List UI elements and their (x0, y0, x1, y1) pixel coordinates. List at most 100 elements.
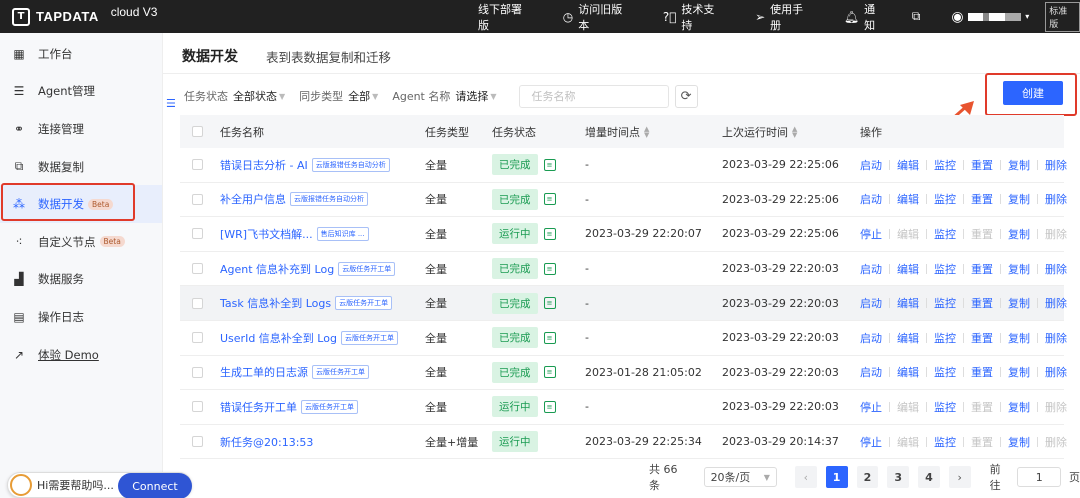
sidebar-item-connections[interactable]: ⚭ 连接管理 (0, 110, 162, 148)
row-checkbox[interactable] (192, 436, 203, 448)
task-name-link[interactable]: UserId 信息补全到 Log (220, 330, 337, 346)
task-name-link[interactable]: Task 信息补全到 Logs (220, 295, 331, 311)
copy-button[interactable]: 复制 (1008, 399, 1030, 415)
log-icon[interactable]: ≡ (543, 227, 556, 240)
delete-button[interactable]: 删除 (1045, 157, 1067, 173)
delete-button[interactable]: 删除 (1045, 261, 1067, 277)
table-row[interactable]: Agent 信息补充到 Log 云版任务开工单 全量 已完成 ≡ - 2023-03-29 … (180, 252, 1067, 287)
table-row[interactable]: UserId 信息补全到 Log 云版任务开工单 全量 已完成 ≡ - 2023-03-29… (180, 321, 1067, 356)
start-stop-button[interactable]: 停止 (860, 434, 882, 450)
monitor-button[interactable]: 监控 (934, 399, 956, 415)
refresh-button[interactable]: ⟳ (674, 84, 698, 108)
log-icon[interactable]: ≡ (543, 158, 556, 171)
task-name-link[interactable]: Agent 信息补充到 Log (220, 261, 334, 277)
monitor-button[interactable]: 监控 (934, 226, 956, 242)
status-filter-select[interactable]: 全部状态 (233, 88, 277, 104)
start-stop-button[interactable]: 启动 (860, 364, 882, 380)
monitor-button[interactable]: 监控 (934, 157, 956, 173)
copy-button[interactable]: 复制 (1008, 226, 1030, 242)
task-name-link[interactable]: 新任务@20:13:53 (220, 434, 313, 450)
old-version-link[interactable]: ◷ 访问旧版本 (563, 1, 633, 33)
logo[interactable]: T TAPDATA cloud V3 (0, 5, 157, 26)
page-2[interactable]: 2 (856, 466, 879, 488)
edit-button[interactable]: 编辑 (897, 261, 919, 277)
start-stop-button[interactable]: 启动 (860, 330, 882, 346)
monitor-button[interactable]: 监控 (934, 261, 956, 277)
reset-button[interactable]: 重置 (971, 261, 993, 277)
table-row[interactable]: 补全用户信息 云版报错任务自动分析 全量 已完成 ≡ - 2023-03-29 22:25:… (180, 183, 1067, 218)
row-checkbox[interactable] (192, 332, 203, 344)
log-icon[interactable]: ≡ (543, 331, 556, 344)
row-checkbox[interactable] (192, 193, 203, 205)
monitor-button[interactable]: 监控 (934, 434, 956, 450)
log-icon[interactable]: ≡ (543, 193, 556, 206)
sidebar-item-data-service[interactable]: ▟ 数据服务 (0, 261, 162, 299)
sidebar-item-demo[interactable]: ↗ 体验 Demo (0, 336, 162, 374)
reset-button[interactable]: 重置 (971, 191, 993, 207)
reset-button[interactable]: 重置 (971, 330, 993, 346)
user-menu[interactable]: ◉ ▾ 标准版 (951, 1, 1080, 32)
copy-button[interactable]: 复制 (1008, 261, 1030, 277)
edit-button[interactable]: 编辑 (897, 191, 919, 207)
page-3[interactable]: 3 (887, 466, 910, 488)
start-stop-button[interactable]: 启动 (860, 157, 882, 173)
page-size-select[interactable]: 20条/页 ▼ (703, 467, 777, 487)
start-stop-button[interactable]: 启动 (860, 191, 882, 207)
sidebar-item-workbench[interactable]: ▦ 工作台 (0, 35, 162, 73)
table-row[interactable]: Task 信息补全到 Logs 云版任务开工单 全量 已完成 ≡ - 2023-03-29 … (180, 286, 1067, 321)
row-checkbox[interactable] (192, 228, 203, 240)
table-row[interactable]: 新任务@20:13:53 全量+增量 运行中 2023-03-29 22:25:34 2… (180, 425, 1067, 460)
start-stop-button[interactable]: 停止 (860, 226, 882, 242)
copy-button[interactable]: 复制 (1008, 295, 1030, 311)
row-checkbox[interactable] (192, 401, 203, 413)
page-4[interactable]: 4 (918, 466, 940, 488)
monitor-button[interactable]: 监控 (934, 295, 956, 311)
next-page-button[interactable]: › (948, 466, 971, 488)
reset-button[interactable]: 重置 (971, 157, 993, 173)
task-name-link[interactable]: 错误任务开工单 (220, 399, 297, 415)
table-row[interactable]: [WR]飞书文档解... 售后知识库 ... 全量 运行中 ≡ 2023-03-29 22… (180, 217, 1067, 252)
copy-button[interactable]: 复制 (1008, 434, 1030, 450)
log-icon[interactable]: ≡ (543, 262, 556, 275)
offline-deploy-link[interactable]: 线下部署版 (478, 1, 533, 33)
table-row[interactable]: 生成工单的日志源 云版任务开工单 全量 已完成 ≡ 2023-01-28 21:05:02… (180, 356, 1067, 391)
copy-button[interactable]: 复制 (1008, 157, 1030, 173)
task-name-link[interactable]: 错误日志分析 - AI (220, 157, 308, 173)
sync-filter-select[interactable]: 全部 (348, 88, 370, 104)
prev-page-button[interactable]: ‹ (794, 466, 817, 488)
edit-button[interactable]: 编辑 (897, 330, 919, 346)
screen-icon-button[interactable]: ⧉ (912, 9, 926, 24)
support-link[interactable]: ?⃞ 技术支持 (663, 1, 725, 33)
col-increment[interactable]: 增量时间点 ▲ ▼ (585, 124, 649, 140)
manual-link[interactable]: ➢ 使用手册 (755, 1, 814, 33)
delete-button[interactable]: 删除 (1045, 191, 1067, 207)
edit-button[interactable]: 编辑 (897, 295, 919, 311)
agent-filter-select[interactable]: 请选择 (455, 88, 488, 104)
delete-button[interactable]: 删除 (1045, 330, 1067, 346)
select-all-checkbox[interactable] (192, 126, 203, 137)
sidebar-item-agent[interactable]: ☰ Agent管理 (0, 73, 162, 111)
monitor-button[interactable]: 监控 (934, 330, 956, 346)
row-checkbox[interactable] (192, 159, 203, 171)
copy-button[interactable]: 复制 (1008, 330, 1030, 346)
copy-button[interactable]: 复制 (1008, 364, 1030, 380)
goto-page-input[interactable]: 1 (1017, 467, 1061, 487)
delete-button[interactable]: 删除 (1045, 364, 1067, 380)
monitor-button[interactable]: 监控 (934, 191, 956, 207)
log-icon[interactable]: ≡ (543, 297, 556, 310)
table-row[interactable]: 错误任务开工单 云版任务开工单 全量 运行中 ≡ - 2023-03-29 22:20:03… (180, 390, 1067, 425)
row-checkbox[interactable] (192, 263, 203, 275)
delete-button[interactable]: 删除 (1045, 295, 1067, 311)
log-icon[interactable]: ≡ (543, 366, 556, 379)
task-name-link[interactable]: 生成工单的日志源 (220, 364, 308, 380)
sidebar-item-custom-node[interactable]: ⁖ 自定义节点 Beta (0, 223, 162, 261)
copy-button[interactable]: 复制 (1008, 191, 1030, 207)
notification-link[interactable]: 🔔︎ 通知 (844, 1, 886, 33)
start-stop-button[interactable]: 启动 (860, 295, 882, 311)
task-name-link[interactable]: [WR]飞书文档解... (220, 226, 313, 242)
reset-button[interactable]: 重置 (971, 295, 993, 311)
collapse-sidebar-icon[interactable]: ☰ (166, 97, 176, 110)
monitor-button[interactable]: 监控 (934, 364, 956, 380)
edit-button[interactable]: 编辑 (897, 364, 919, 380)
create-button[interactable]: 创建 (1003, 81, 1063, 105)
